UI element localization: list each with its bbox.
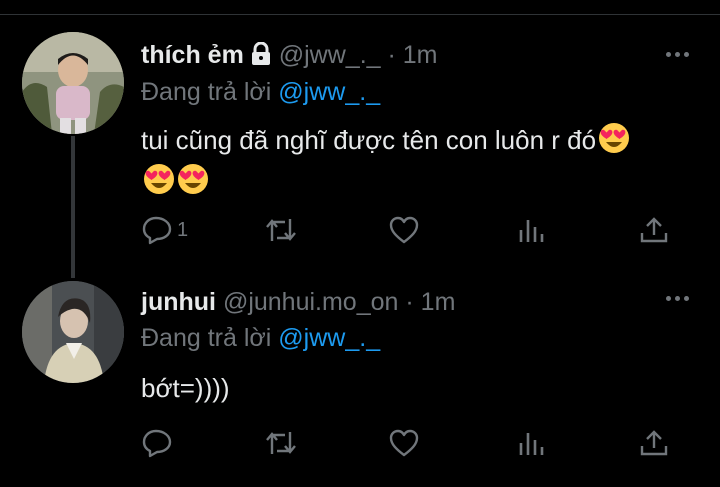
- reply-icon: [142, 216, 172, 245]
- retweet-icon: [266, 432, 296, 454]
- like-button[interactable]: [388, 426, 420, 460]
- top-divider: [0, 14, 720, 15]
- share-button[interactable]: [638, 213, 670, 247]
- reply-mention[interactable]: @jww_._: [278, 78, 380, 106]
- more-options-button[interactable]: [666, 52, 690, 58]
- dot-icon: [684, 52, 689, 57]
- replying-to: Đang trả lời @jww_._: [141, 77, 380, 107]
- avatar[interactable]: [22, 32, 124, 134]
- share-button[interactable]: [638, 426, 670, 460]
- user-handle[interactable]: @junhui.mo_on: [223, 288, 399, 316]
- dot-icon: [675, 52, 680, 57]
- heart-eyes-emoji-icon: [143, 163, 175, 204]
- share-icon: [640, 217, 668, 243]
- tweet-text-content: bớt=)))): [141, 373, 230, 403]
- tweet-text-content: tui cũng đã nghĩ được tên con luôn r đó: [141, 125, 597, 155]
- lock-icon: [250, 41, 272, 73]
- display-name[interactable]: junhui: [141, 288, 216, 316]
- heart-icon: [389, 216, 419, 244]
- reply-button[interactable]: 1: [141, 213, 188, 247]
- separator-dot: ·: [405, 288, 414, 316]
- reply-count: 1: [177, 218, 189, 241]
- dot-icon: [675, 296, 680, 301]
- heart-icon: [389, 429, 419, 457]
- like-button[interactable]: [388, 213, 420, 247]
- heart-eyes-emoji-icon: [177, 163, 209, 204]
- analytics-icon: [519, 220, 544, 242]
- more-options-button[interactable]: [666, 296, 690, 302]
- separator-dot: ·: [387, 41, 396, 69]
- views-button[interactable]: [516, 213, 546, 247]
- tweet-actions: [141, 426, 681, 460]
- tweet-header: thích ẻm @jww_._ · 1m: [141, 40, 438, 73]
- analytics-icon: [519, 433, 544, 455]
- dot-icon: [684, 296, 689, 301]
- retweet-button[interactable]: [263, 426, 299, 460]
- tweet-header: junhui @junhui.mo_on · 1m: [141, 287, 455, 317]
- replying-to: Đang trả lời @jww_._: [141, 323, 380, 353]
- retweet-button[interactable]: [263, 213, 299, 247]
- tweet-actions: 1: [141, 213, 681, 247]
- tweet-1[interactable]: thích ẻm @jww_._ · 1m Đang trả lời @jww_…: [0, 16, 720, 278]
- timestamp[interactable]: 1m: [421, 288, 456, 316]
- user-handle[interactable]: @jww_._: [279, 41, 381, 69]
- tweet-text: bớt=)))): [141, 370, 686, 406]
- avatar[interactable]: [22, 281, 124, 383]
- reply-icon: [142, 429, 172, 458]
- tweet-2[interactable]: junhui @junhui.mo_on · 1m Đang trả lời @…: [0, 270, 720, 487]
- dot-icon: [666, 296, 671, 301]
- share-icon: [640, 430, 668, 456]
- heart-eyes-emoji-icon: [598, 122, 630, 163]
- reply-button[interactable]: [141, 426, 173, 460]
- retweet-icon: [266, 219, 296, 241]
- dot-icon: [666, 52, 671, 57]
- timestamp[interactable]: 1m: [403, 41, 438, 69]
- display-name[interactable]: thích ẻm: [141, 41, 244, 69]
- thread-line: [71, 136, 75, 278]
- reply-prefix: Đang trả lời: [141, 78, 272, 106]
- reply-mention[interactable]: @jww_._: [278, 324, 380, 352]
- views-button[interactable]: [516, 426, 546, 460]
- tweet-text: tui cũng đã nghĩ được tên con luôn r đó: [141, 122, 686, 204]
- reply-prefix: Đang trả lời: [141, 324, 272, 352]
